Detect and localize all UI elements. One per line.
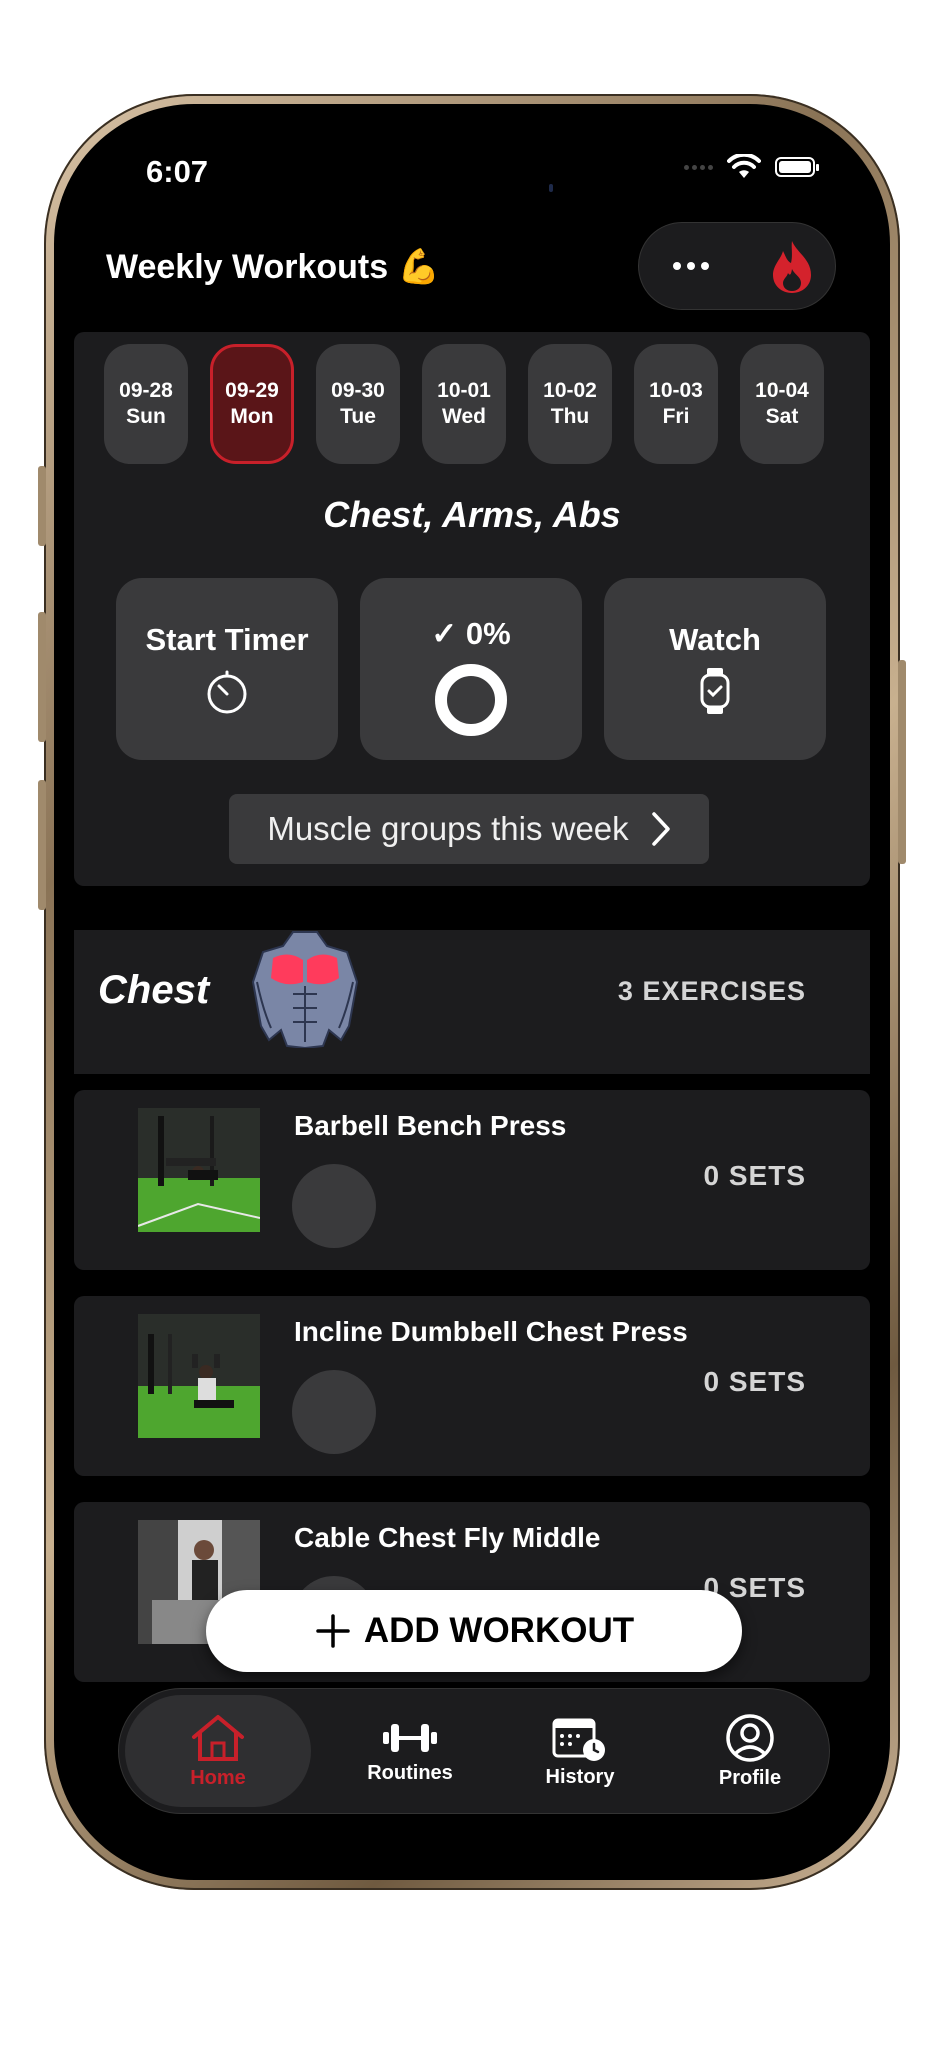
day-weekday: Sat [765,405,799,428]
day-pill[interactable]: 10-04 Sat [740,344,824,464]
exercise-thumbnail [138,1314,260,1438]
tab-label: History [545,1765,615,1788]
day-pill[interactable]: 09-28 Sun [104,344,188,464]
day-weekday: Mon [230,405,274,428]
day-weekday: Tue [340,405,376,428]
day-date: 10-02 [543,379,597,402]
exercise-card[interactable]: Incline Dumbbell Chest Press 0 SETS [74,1296,870,1476]
dumbbell-icon [383,1723,437,1752]
start-timer-button[interactable]: Start Timer [116,578,338,760]
tab-label: Profile [718,1766,782,1789]
exercise-sets: 0 SETS [703,1366,806,1397]
week-summary-card: 09-28 Sun 09-29 Mon 09-30 Tue 10-01 Wed … [74,332,870,886]
day-date: 10-03 [649,379,703,402]
camera-indicator [549,184,553,192]
day-weekday: Fri [662,405,690,428]
volume-down-button [38,780,46,910]
day-weekday: Sun [126,405,166,428]
calendar-clock-icon [552,1718,605,1761]
day-date: 10-04 [755,379,809,402]
section-header: Chest 3 EXERCISES [74,930,870,1074]
exercise-count: 3 EXERCISES [617,976,806,1006]
muscle-groups-label: Muscle groups this week [267,810,629,847]
day-date: 09-30 [331,379,385,402]
set-progress-indicator [292,1164,376,1248]
workout-focus: Chest, Arms, Abs [323,494,621,535]
day-weekday: Thu [550,405,590,428]
status-icons [684,154,819,180]
wifi-icon [727,154,761,178]
day-pill-selected[interactable]: 09-29 Mon [210,344,294,464]
more-horizontal-icon[interactable] [661,251,721,281]
watch-label: Watch [669,622,761,657]
flame-icon[interactable] [767,239,817,295]
exercise-name: Incline Dumbbell Chest Press [294,1316,688,1347]
exercise-card[interactable]: Barbell Bench Press 0 SETS [74,1090,870,1270]
tab-history[interactable]: History [491,1689,669,1813]
cellular-signal-icon [684,164,713,170]
day-date: 10-01 [437,379,491,402]
day-pill[interactable]: 10-01 Wed [422,344,506,464]
chevron-right-icon [651,812,670,846]
section-title: Chest [98,968,210,1012]
battery-icon [775,157,819,177]
exercise-name: Cable Chest Fly Middle [294,1522,601,1553]
day-pill[interactable]: 09-30 Tue [316,344,400,464]
day-pill[interactable]: 10-02 Thu [528,344,612,464]
add-workout-label: ADD WORKOUT [363,1611,635,1650]
day-pill[interactable]: 10-03 Fri [634,344,718,464]
power-button [898,660,906,864]
day-date: 09-29 [225,379,279,402]
muscle-groups-link[interactable]: Muscle groups this week [229,794,709,864]
add-workout-button[interactable]: ADD WORKOUT [206,1590,742,1672]
phone-screen: 6:07 Weekly Workouts 💪 09-28 Sun 09-29 M… [54,104,890,1880]
day-date: 09-28 [119,379,173,402]
action-button [38,466,46,546]
volume-up-button [38,612,46,742]
exercise-name: Barbell Bench Press [294,1110,567,1141]
day-weekday: Wed [442,405,486,428]
watch-icon [700,668,730,714]
stopwatch-icon [207,670,247,714]
page-title: Weekly Workouts 💪 [106,248,440,286]
watch-button[interactable]: Watch [604,578,826,760]
profile-icon [726,1713,774,1762]
tab-home[interactable]: Home [125,1695,311,1807]
tab-label: Home [190,1766,246,1789]
tab-label: Routines [367,1761,453,1784]
completion-ring [435,664,507,736]
completion-label: ✓ 0% [431,616,511,651]
header-actions [638,222,836,310]
start-timer-label: Start Timer [145,622,309,657]
exercise-thumbnail [138,1108,260,1232]
home-icon [192,1714,244,1761]
chest-muscle-icon [251,931,359,1048]
tab-profile[interactable]: Profile [661,1689,839,1813]
status-time: 6:07 [146,154,209,189]
set-progress-indicator [292,1370,376,1454]
plus-icon [316,1614,350,1648]
tab-routines[interactable]: Routines [321,1689,499,1813]
exercise-sets: 0 SETS [703,1160,806,1191]
tab-bar: Home Routines History Profile [118,1688,830,1814]
completion-button[interactable]: ✓ 0% [360,578,582,760]
